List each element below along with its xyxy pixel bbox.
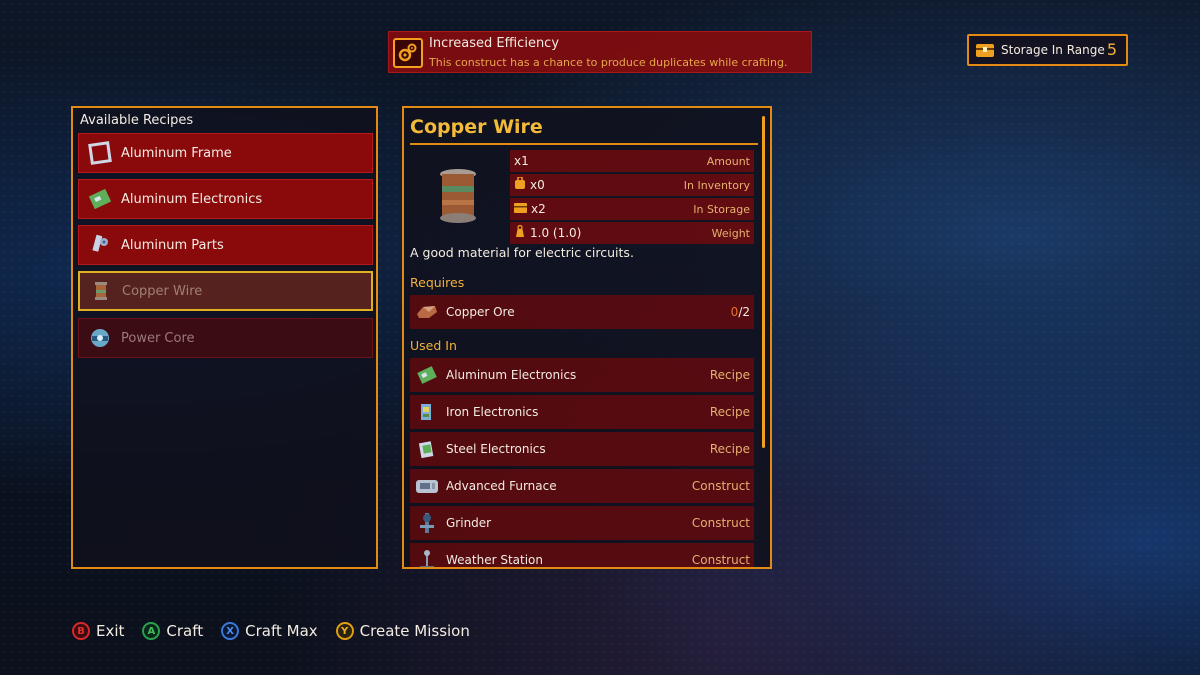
used-in-type: Recipe <box>709 442 750 456</box>
efficiency-banner: Increased Efficiency This construct has … <box>388 31 812 73</box>
recipe-power-core[interactable]: Power Core <box>78 318 373 358</box>
power-core-icon <box>87 325 113 351</box>
used-in-type: Construct <box>691 553 750 567</box>
frame-icon <box>87 140 113 166</box>
stat-in-inventory: x0 In Inventory <box>510 174 754 196</box>
stat-weight: 1.0 (1.0) Weight <box>510 222 754 244</box>
a-button-icon: A <box>142 622 161 640</box>
effect-title: Increased Efficiency <box>429 36 560 51</box>
create-mission-button[interactable]: Y Create Mission <box>335 622 470 640</box>
used-in-type: Recipe <box>709 405 750 419</box>
used-in-type: Recipe <box>709 368 750 382</box>
stat-value: x1 <box>514 154 529 168</box>
stat-label: In Inventory <box>683 178 750 192</box>
recipe-aluminum-frame[interactable]: Aluminum Frame <box>78 133 373 173</box>
used-in-name: Advanced Furnace <box>446 479 557 493</box>
stat-label: Weight <box>711 226 750 240</box>
used-in-heading: Used In <box>410 338 457 353</box>
used-in-name: Aluminum Electronics <box>446 368 577 382</box>
controller-hints: B Exit A Craft X Craft Max Y Create Miss… <box>72 622 488 640</box>
chest-icon <box>975 42 995 62</box>
weather-station-icon <box>414 547 440 567</box>
used-in-row[interactable]: Weather Station Construct <box>410 543 754 567</box>
recipe-label: Aluminum Electronics <box>121 191 263 207</box>
requirement-quantity: 0/2 <box>731 305 750 319</box>
used-in-name: Iron Electronics <box>446 405 539 419</box>
parts-icon <box>87 232 113 258</box>
used-in-row[interactable]: Grinder Construct <box>410 506 754 540</box>
detail-scrollbar[interactable] <box>762 116 765 448</box>
exit-button[interactable]: B Exit <box>72 622 124 640</box>
recipe-copper-wire[interactable]: Copper Wire <box>78 271 373 311</box>
available-recipes-panel: Available Recipes Aluminum Frame Aluminu… <box>71 106 378 569</box>
circuit-board-icon <box>414 362 440 388</box>
stat-value: x0 <box>530 178 545 192</box>
exit-label: Exit <box>96 622 125 640</box>
stat-label: In Storage <box>693 202 750 216</box>
craft-button[interactable]: A Craft <box>142 622 203 640</box>
recipe-label: Aluminum Parts <box>121 237 224 253</box>
craft-label: Craft <box>166 622 204 640</box>
recipe-aluminum-parts[interactable]: Aluminum Parts <box>78 225 373 265</box>
used-in-row[interactable]: Steel Electronics Recipe <box>410 432 754 466</box>
recipe-label: Copper Wire <box>122 283 203 299</box>
used-in-name: Steel Electronics <box>446 442 546 456</box>
stat-in-storage: x2 In Storage <box>510 198 754 220</box>
circuit-board-icon <box>414 436 440 462</box>
storage-count: 5 <box>1106 40 1117 59</box>
requirement-row[interactable]: Copper Ore 0/2 <box>410 295 754 329</box>
grinder-icon <box>414 510 440 536</box>
used-in-type: Construct <box>691 516 750 530</box>
requirement-name: Copper Ore <box>446 305 515 319</box>
create-mission-label: Create Mission <box>359 622 470 640</box>
stat-label: Amount <box>706 154 750 168</box>
detail-title: Copper Wire <box>410 116 543 138</box>
stat-value-group: 1.0 (1.0) <box>514 224 582 241</box>
x-button-icon: X <box>221 622 240 640</box>
used-in-row[interactable]: Advanced Furnace Construct <box>410 469 754 503</box>
title-divider <box>410 143 758 145</box>
backpack-icon <box>514 176 526 193</box>
used-in-row[interactable]: Iron Electronics Recipe <box>410 395 754 429</box>
recipe-detail-panel: Copper Wire x1 Amount x0 In Inventory x2… <box>402 106 772 569</box>
recipe-aluminum-electronics[interactable]: Aluminum Electronics <box>78 179 373 219</box>
panel-title: Available Recipes <box>80 113 194 128</box>
circuit-board-icon <box>87 186 113 212</box>
craft-max-button[interactable]: X Craft Max <box>221 622 318 640</box>
b-button-icon: B <box>72 622 90 640</box>
storage-label: Storage In Range <box>1001 43 1105 57</box>
craft-max-label: Craft Max <box>245 622 318 640</box>
copper-ore-icon <box>414 299 440 325</box>
wire-spool-icon <box>88 278 114 304</box>
y-button-icon: Y <box>335 622 354 640</box>
storage-in-range: Storage In Range 5 <box>967 34 1128 66</box>
stat-amount: x1 Amount <box>510 150 754 172</box>
used-in-name: Grinder <box>446 516 492 530</box>
stat-value: 1.0 (1.0) <box>530 226 582 240</box>
recipe-label: Power Core <box>121 330 195 346</box>
circuit-board-icon <box>414 399 440 425</box>
stat-value-group: x2 <box>514 202 546 216</box>
furnace-icon <box>414 473 440 499</box>
item-description: A good material for electric circuits. <box>410 245 634 260</box>
stat-value-group: x0 <box>514 176 545 193</box>
recipe-label: Aluminum Frame <box>121 145 232 161</box>
stat-value: x2 <box>531 202 546 216</box>
weight-icon <box>514 224 526 241</box>
effect-description: This construct has a chance to produce d… <box>429 56 788 69</box>
chest-icon <box>514 202 527 216</box>
quantity-need: /2 <box>738 305 750 319</box>
requires-heading: Requires <box>410 275 465 290</box>
used-in-row[interactable]: Aluminum Electronics Recipe <box>410 358 754 392</box>
wire-spool-icon <box>434 168 482 228</box>
used-in-name: Weather Station <box>446 553 544 567</box>
gears-icon <box>393 38 423 68</box>
used-in-type: Construct <box>691 479 750 493</box>
